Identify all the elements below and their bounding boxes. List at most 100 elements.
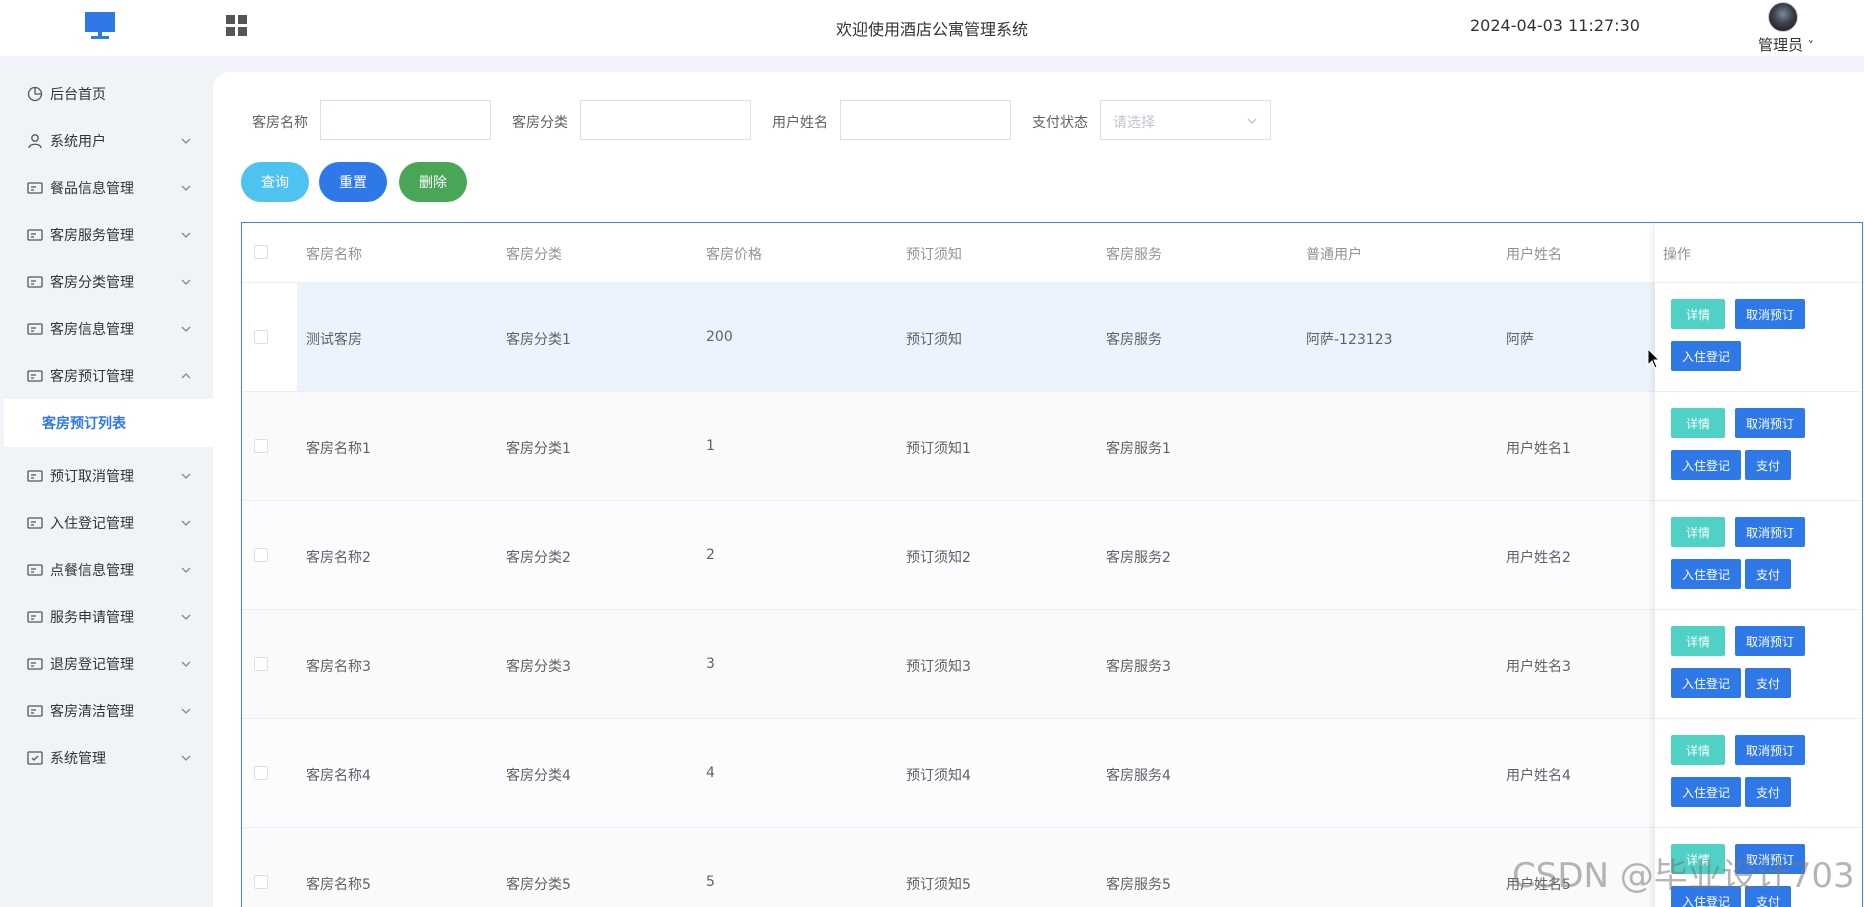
room-name-input[interactable]: [320, 100, 491, 140]
cell-notice: 预订须知2: [906, 550, 971, 566]
cell-category: 客房分类1: [506, 441, 571, 457]
detail-button[interactable]: 详情: [1671, 735, 1725, 765]
cell-username: 用户姓名3: [1506, 659, 1571, 675]
sidebar-item-label: 客房清洁管理: [50, 704, 134, 720]
operations-cell: 详情 取消预订入住登记 支付: [1655, 610, 1862, 719]
chevron-down-icon: [180, 229, 192, 241]
cell-name: 测试客房: [306, 332, 362, 348]
top-header: 欢迎使用酒店公寓管理系统 2024-04-03 11:27:30 管理员 ˅: [0, 0, 1864, 56]
cancel-booking-button[interactable]: 取消预订: [1735, 517, 1805, 547]
avatar[interactable]: [1768, 2, 1798, 32]
cell-notice: 预订须知1: [906, 441, 971, 457]
datetime-display: 2024-04-03 11:27:30: [1470, 16, 1640, 35]
cell-service: 客房服务3: [1106, 659, 1171, 675]
cell-price: 1: [706, 438, 715, 454]
reset-button[interactable]: 重置: [319, 162, 387, 202]
room-category-input[interactable]: [580, 100, 751, 140]
cell-notice: 预订须知4: [906, 768, 971, 784]
detail-button[interactable]: 详情: [1671, 517, 1725, 547]
cell-price: 4: [706, 765, 715, 781]
sidebar-item-label: 客房分类管理: [50, 275, 134, 291]
checkin-button[interactable]: 入住登记: [1671, 559, 1741, 589]
operations-column: 操作 详情 取消预订 入住登记 详情 取消预订 入住登记 支付 详情 取消预订 入住登记 支付 详情 取消…: [1655, 223, 1862, 907]
cell-category: 客房分类3: [506, 659, 571, 675]
sidebar-item-14[interactable]: 系统管理: [0, 730, 213, 786]
sidebar-item-label: 客房预订管理: [50, 369, 134, 385]
cell-name: 客房名称5: [306, 877, 371, 893]
row-checkbox[interactable]: [254, 657, 268, 671]
card-icon: [27, 227, 43, 243]
user-menu[interactable]: 管理员 ˅: [1758, 34, 1814, 55]
column-header: 预订须知: [906, 247, 962, 263]
card-icon: [27, 368, 43, 384]
card-icon: [27, 609, 43, 625]
detail-button[interactable]: 详情: [1671, 299, 1725, 329]
cell-price: 5: [706, 874, 715, 890]
table-row[interactable]: 客房名称1 客房分类1 1 预订须知1 客房服务1 用户姓名1: [242, 392, 1862, 501]
checkin-button[interactable]: 入住登记: [1671, 341, 1741, 371]
chevron-down-icon: [180, 135, 192, 147]
sidebar-subitem-label: 客房预订列表: [42, 416, 126, 432]
column-header: 客房名称: [306, 247, 362, 263]
pay-status-select[interactable]: 请选择: [1100, 100, 1271, 140]
main-panel: 客房名称 客房分类 用户姓名 支付状态 请选择 查询 重置 删除 客房名称 客房分…: [213, 72, 1864, 907]
cancel-booking-button[interactable]: 取消预订: [1735, 299, 1805, 329]
cell-category: 客房分类5: [506, 877, 571, 893]
cell-username: 用户姓名1: [1506, 441, 1571, 457]
operations-cell: 详情 取消预订入住登记: [1655, 283, 1862, 392]
delete-button[interactable]: 删除: [399, 162, 467, 202]
sidebar-item-7[interactable]: 客房预订管理: [0, 348, 213, 404]
sidebar-subitem-booking-list[interactable]: 客房预订列表: [4, 399, 213, 447]
detail-button[interactable]: 详情: [1671, 626, 1725, 656]
card-icon: [27, 321, 43, 337]
row-checkbox[interactable]: [254, 875, 268, 889]
cancel-booking-button[interactable]: 取消预订: [1735, 408, 1805, 438]
checkin-button[interactable]: 入住登记: [1671, 777, 1741, 807]
table-row[interactable]: 测试客房 客房分类1 200 预订须知 客房服务 阿萨-123123 阿萨: [242, 283, 1862, 392]
pay-button[interactable]: 支付: [1745, 668, 1791, 698]
checkin-button[interactable]: 入住登记: [1671, 668, 1741, 698]
user-icon: [27, 133, 43, 149]
chevron-down-icon: [180, 564, 192, 576]
cell-price: 2: [706, 547, 715, 563]
query-button[interactable]: 查询: [241, 162, 309, 202]
pay-button[interactable]: 支付: [1745, 559, 1791, 589]
clock-icon: [27, 86, 43, 102]
chevron-down-icon: [180, 470, 192, 482]
sidebar-item-label: 客房信息管理: [50, 322, 134, 338]
chevron-down-icon: [180, 658, 192, 670]
card-icon: [27, 515, 43, 531]
table-row[interactable]: 客房名称2 客房分类2 2 预订须知2 客房服务2 用户姓名2: [242, 501, 1862, 610]
username-input[interactable]: [840, 100, 1011, 140]
cell-name: 客房名称3: [306, 659, 371, 675]
operations-header-cell: 操作: [1655, 223, 1862, 283]
user-menu-label: 管理员: [1758, 36, 1804, 54]
sidebar-item-label: 退房登记管理: [50, 657, 134, 673]
card-icon: [27, 274, 43, 290]
row-checkbox[interactable]: [254, 766, 268, 780]
select-all-checkbox[interactable]: [254, 245, 268, 259]
cancel-booking-button[interactable]: 取消预订: [1735, 735, 1805, 765]
settings-box-icon: [27, 750, 43, 766]
chevron-down-icon: [180, 517, 192, 529]
card-icon: [27, 180, 43, 196]
row-checkbox[interactable]: [254, 548, 268, 562]
sidebar-item-label: 系统管理: [50, 751, 106, 767]
cell-user: 阿萨-123123: [1306, 332, 1393, 348]
pay-button[interactable]: 支付: [1745, 777, 1791, 807]
column-header: 客房价格: [706, 247, 762, 263]
cell-name: 客房名称2: [306, 550, 371, 566]
cell-name: 客房名称1: [306, 441, 371, 457]
checkin-button[interactable]: 入住登记: [1671, 450, 1741, 480]
row-checkbox[interactable]: [254, 330, 268, 344]
card-icon: [27, 468, 43, 484]
pay-button[interactable]: 支付: [1745, 450, 1791, 480]
cancel-booking-button[interactable]: 取消预订: [1735, 626, 1805, 656]
column-header: 普通用户: [1306, 247, 1362, 263]
room-category-label: 客房分类: [512, 115, 568, 131]
table-row[interactable]: 客房名称4 客房分类4 4 预订须知4 客房服务4 用户姓名4: [242, 719, 1862, 828]
table-row[interactable]: 客房名称3 客房分类3 3 预订须知3 客房服务3 用户姓名3: [242, 610, 1862, 719]
detail-button[interactable]: 详情: [1671, 408, 1725, 438]
row-checkbox[interactable]: [254, 439, 268, 453]
room-name-label: 客房名称: [252, 115, 308, 131]
